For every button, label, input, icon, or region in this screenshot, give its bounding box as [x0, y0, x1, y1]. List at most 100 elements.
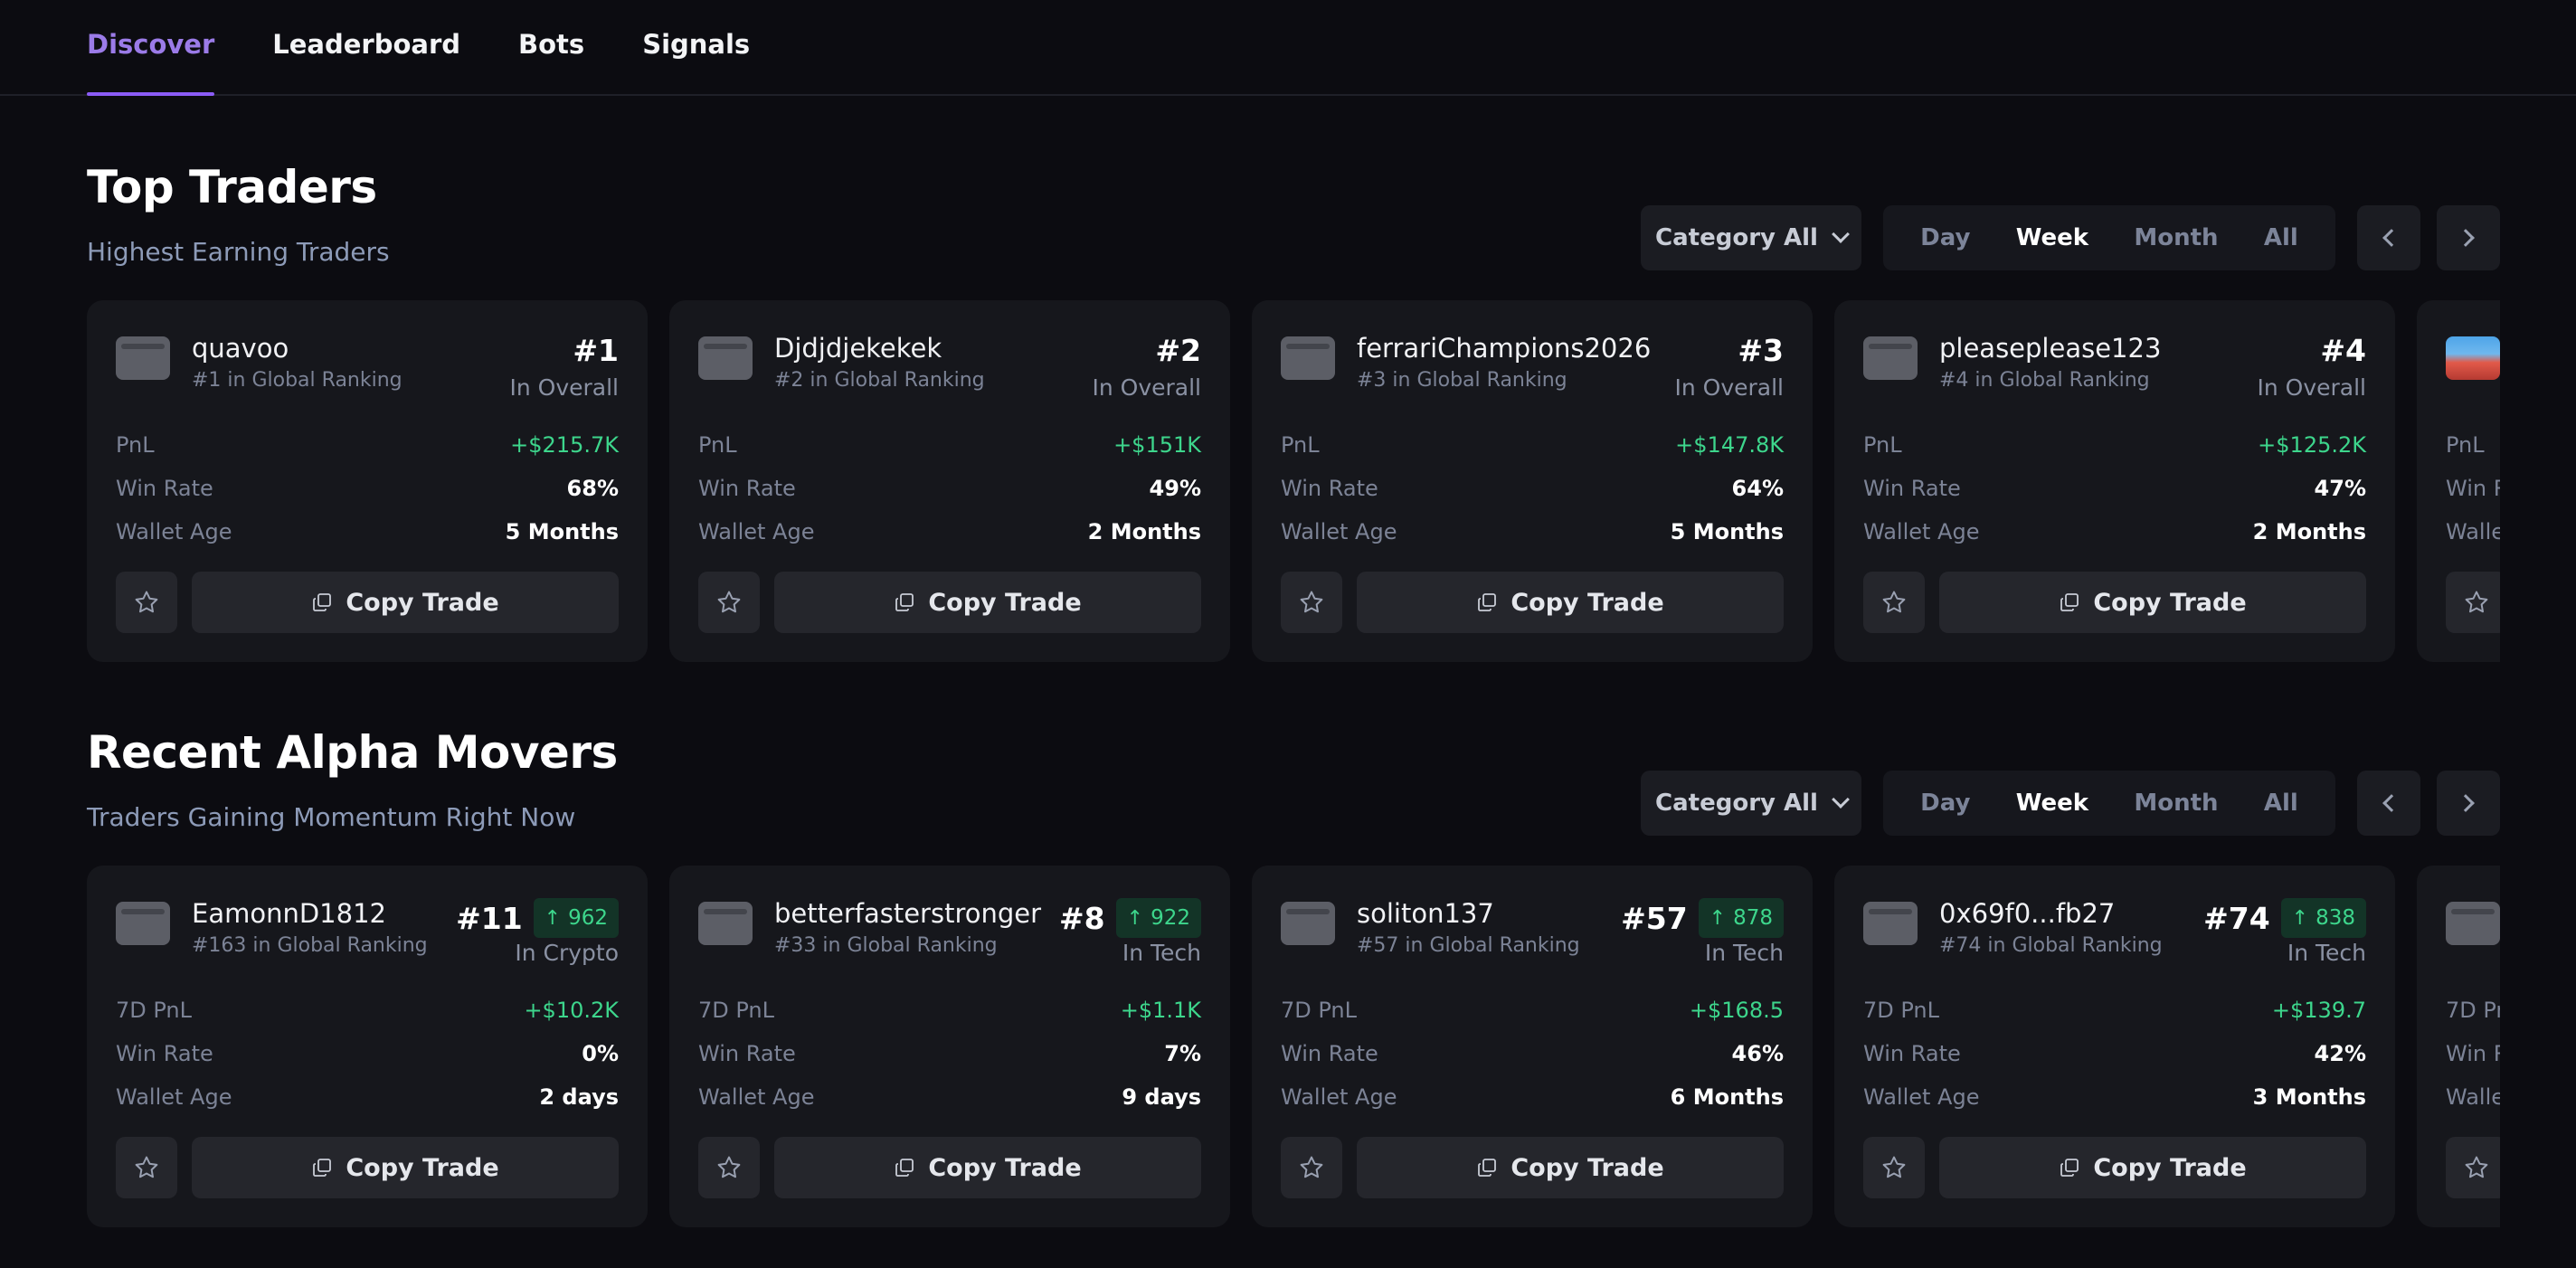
section-title: Top Traders	[87, 161, 377, 213]
trader-card[interactable]: ferrariChampions2026 #3 in Global Ranking…	[1252, 300, 1813, 662]
copy-trade-label: Copy Trade	[346, 588, 499, 617]
stat-value: 46%	[1731, 1041, 1784, 1066]
category-dropdown[interactable]: Category All	[1641, 205, 1861, 270]
global-ranking: #74 in Global Ranking	[1939, 934, 2163, 957]
stat-label: 7D PnL	[116, 998, 193, 1023]
stat-win-rate: Win Rate 68%	[116, 467, 619, 510]
copy-trade-button[interactable]: Copy Trade	[1939, 1137, 2366, 1198]
stat-wallet-age: Wallet Age 3 Months	[1863, 1075, 2366, 1119]
copy-icon	[1478, 1159, 1497, 1177]
stat-win-rate: Win Rate 0%	[116, 1032, 619, 1075]
trader-name[interactable]: quavoo	[192, 333, 289, 364]
next-button[interactable]	[2437, 205, 2500, 270]
period-week[interactable]: Week	[2005, 217, 2099, 259]
category-dropdown[interactable]: Category All	[1641, 771, 1861, 836]
prev-button[interactable]	[2357, 771, 2420, 836]
trader-card[interactable]: EamonnD1812 #163 in Global Ranking #11 ↑ 962…	[87, 866, 648, 1227]
cards-row: EamonnD1812 #163 in Global Ranking #11 ↑ 962…	[87, 866, 2500, 1227]
copy-trade-button[interactable]: Copy Trade	[192, 572, 619, 633]
favorite-button[interactable]	[1863, 1137, 1925, 1198]
tab-leaderboard[interactable]: Leaderboard	[272, 29, 460, 94]
favorite-button[interactable]	[1281, 1137, 1342, 1198]
rank-wrap: #8 ↑ 922	[1059, 898, 1201, 938]
stat-pnl: 7D PnL +$139.7	[1863, 989, 2366, 1032]
period-month[interactable]: Month	[2123, 217, 2229, 259]
trader-card[interactable]: PnL Win Rate Wallet Age Copy Trade	[2417, 300, 2500, 662]
trader-name[interactable]: ferrariChampions2026	[1357, 333, 1651, 364]
stat-label: Win Rate	[116, 476, 213, 501]
trader-card[interactable]: 0x69f0...fb27 #74 in Global Ranking #74 ↑ 83…	[1834, 866, 2395, 1227]
chevron-down-icon	[1832, 790, 1850, 809]
copy-trade-button[interactable]: Copy Trade	[1357, 1137, 1784, 1198]
trader-card[interactable]: soliton137 #57 in Global Ranking #57 ↑ 878 In…	[1252, 866, 1813, 1227]
tab-discover[interactable]: Discover	[87, 29, 215, 96]
favorite-button[interactable]	[116, 1137, 177, 1198]
rank-number: #3	[1738, 333, 1784, 368]
stat-label: Win Rate	[1863, 476, 1961, 501]
stat-label: Wallet Age	[116, 519, 232, 544]
trader-name[interactable]: Djdjdjekekek	[774, 333, 942, 364]
stat-label: Walle	[2446, 1084, 2500, 1110]
copy-trade-button[interactable]: Copy Trade	[774, 572, 1201, 633]
favorite-button[interactable]	[698, 572, 760, 633]
favorite-button[interactable]	[1281, 572, 1342, 633]
period-day[interactable]: Day	[1909, 782, 1981, 824]
star-icon	[717, 591, 741, 613]
chevron-down-icon	[1832, 225, 1850, 243]
favorite-button[interactable]	[2446, 1137, 2500, 1198]
trader-name[interactable]: betterfasterstronger	[774, 898, 1041, 929]
tab-bots[interactable]: Bots	[518, 29, 584, 94]
stat-wallet-age: Wallet Age 5 Months	[1281, 510, 1784, 554]
rank-number: #57	[1621, 900, 1688, 936]
trader-card[interactable]: quavoo #1 in Global Ranking #1 In Overall Pn…	[87, 300, 648, 662]
stat-wallet-age: Wallet Age 5 Months	[116, 510, 619, 554]
favorite-button[interactable]	[698, 1137, 760, 1198]
trader-name[interactable]: 0x69f0...fb27	[1939, 898, 2115, 929]
stat-label: PnL	[2446, 432, 2485, 458]
copy-trade-button[interactable]: Copy Trade	[1939, 572, 2366, 633]
section-title: Recent Alpha Movers	[87, 726, 618, 779]
period-all[interactable]: All	[2253, 782, 2309, 824]
favorite-button[interactable]	[116, 572, 177, 633]
tab-signals[interactable]: Signals	[642, 29, 750, 94]
stat-label: Win Rate	[698, 476, 796, 501]
stat-pnl: PnL	[2446, 423, 2500, 467]
prev-button[interactable]	[2357, 205, 2420, 270]
copy-trade-button[interactable]: Copy Trade	[1357, 572, 1784, 633]
trader-card[interactable]: 7D Pn Win R Walle Copy Trade	[2417, 866, 2500, 1227]
copy-trade-button[interactable]: Copy Trade	[774, 1137, 1201, 1198]
period-all[interactable]: All	[2253, 217, 2309, 259]
rank-number: #74	[2203, 900, 2270, 936]
avatar	[1863, 902, 1918, 945]
stat-value: 2 days	[539, 1084, 619, 1110]
stat-label: Wallet Age	[698, 519, 815, 544]
stat-pnl: PnL +$125.2K	[1863, 423, 2366, 467]
rank-category: In Tech	[1122, 940, 1201, 966]
trader-card[interactable]: Djdjdjekekek #2 in Global Ranking #2 In Ove…	[669, 300, 1230, 662]
period-month[interactable]: Month	[2123, 782, 2229, 824]
stat-label: Win Rate	[698, 1041, 796, 1066]
avatar	[698, 336, 753, 380]
badge-value: 922	[1151, 906, 1190, 930]
stat-value: +$139.7	[2271, 998, 2366, 1023]
card-actions: Copy Trade	[116, 1137, 619, 1198]
trader-name[interactable]: EamonnD1812	[192, 898, 386, 929]
copy-trade-button[interactable]: Copy Trade	[192, 1137, 619, 1198]
favorite-button[interactable]	[2446, 572, 2500, 633]
period-week[interactable]: Week	[2005, 782, 2099, 824]
trader-card[interactable]: pleaseplease123 #4 in Global Ranking #4 In …	[1834, 300, 2395, 662]
global-ranking: #3 in Global Ranking	[1357, 369, 1567, 392]
card-header	[2446, 866, 2500, 989]
trader-card[interactable]: betterfasterstronger #33 in Global Rankin…	[669, 866, 1230, 1227]
stat-label: Wallet Age	[1281, 519, 1397, 544]
period-day[interactable]: Day	[1909, 217, 1981, 259]
card-header: betterfasterstronger #33 in Global Rankin…	[698, 866, 1201, 989]
trader-name[interactable]: pleaseplease123	[1939, 333, 2161, 364]
trader-name[interactable]: soliton137	[1357, 898, 1494, 929]
favorite-button[interactable]	[1863, 572, 1925, 633]
next-button[interactable]	[2437, 771, 2500, 836]
stat-label: Wallet Age	[1863, 1084, 1980, 1110]
stat-win-rate: Win Rate 49%	[698, 467, 1201, 510]
copy-icon	[2060, 1159, 2079, 1177]
avatar	[2446, 336, 2500, 380]
